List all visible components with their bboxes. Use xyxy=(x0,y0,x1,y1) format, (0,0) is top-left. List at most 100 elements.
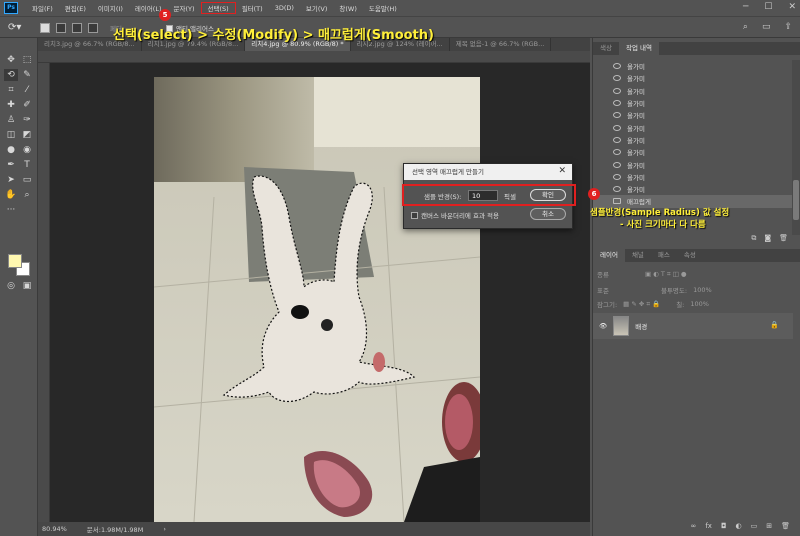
hand-tool-icon[interactable]: ✋ xyxy=(4,189,18,201)
link-layers-icon[interactable]: ∞ xyxy=(691,522,697,530)
healing-brush-icon[interactable]: ✚ xyxy=(4,99,18,111)
filter-kind-select[interactable]: 종류 xyxy=(597,269,609,279)
quick-mask-icon[interactable]: ◎ xyxy=(4,280,18,292)
stamp-tool-icon[interactable]: ♙ xyxy=(4,114,18,126)
add-selection-icon[interactable] xyxy=(56,23,66,33)
maximize-icon[interactable]: ☐ xyxy=(764,2,772,12)
ok-button[interactable]: 확인 xyxy=(530,189,566,201)
history-step[interactable]: 올가미 xyxy=(593,183,793,195)
subtract-selection-icon[interactable] xyxy=(72,23,82,33)
status-menu-icon[interactable]: › xyxy=(163,525,166,533)
layer-row-background[interactable]: 👁 배경 🔒 xyxy=(593,313,793,339)
fx-icon[interactable]: fx xyxy=(705,522,712,530)
minimize-icon[interactable]: ─ xyxy=(743,2,748,12)
zoom-tool-icon[interactable]: ⌕ xyxy=(20,189,34,201)
step-6-badge: 6 xyxy=(588,188,600,200)
more-tools-icon[interactable]: ··· xyxy=(4,204,18,216)
eyedropper-icon[interactable]: ⁄ xyxy=(20,84,34,96)
history-step[interactable]: 올가미 xyxy=(593,85,793,97)
tab-channels[interactable]: 채널 xyxy=(625,249,651,262)
canvas-area[interactable] xyxy=(50,63,590,522)
layers-footer: ∞ fx ◘ ◐ ▭ ⊞ 🗑 xyxy=(691,522,791,530)
tab-history[interactable]: 작업 내역 xyxy=(618,42,659,55)
history-step[interactable]: 올가미 xyxy=(593,134,793,146)
type-tool-icon[interactable]: T xyxy=(20,159,34,171)
search-icon[interactable]: ⌕ xyxy=(743,22,748,32)
doc-tab[interactable]: 제목 없음-1 @ 66.7% (RGB... xyxy=(450,38,552,51)
blend-mode-select[interactable]: 표준 xyxy=(597,285,609,295)
fill-label: 칠: xyxy=(676,301,685,309)
menu-window[interactable]: 창(W) xyxy=(333,3,362,13)
menu-select[interactable]: 선택(S) xyxy=(200,2,236,14)
history-step[interactable]: 올가미 xyxy=(593,109,793,121)
tab-layers[interactable]: 레이어 xyxy=(593,249,625,262)
new-layer-icon[interactable]: ⊞ xyxy=(766,522,772,530)
intersect-selection-icon[interactable] xyxy=(88,23,98,33)
canvas-bounds-label: 캔버스 바운더리에 효과 적용 xyxy=(421,212,499,220)
pen-tool-icon[interactable]: ✒ xyxy=(4,159,18,171)
brush-tool-icon[interactable]: ✐ xyxy=(20,99,34,111)
canvas-bounds-checkbox[interactable] xyxy=(411,211,418,219)
cancel-button[interactable]: 취소 xyxy=(530,208,566,220)
delete-layer-icon[interactable]: 🗑 xyxy=(781,522,790,530)
adjustment-layer-icon[interactable]: ◐ xyxy=(736,522,742,530)
dodge-tool-icon[interactable]: ◉ xyxy=(20,144,34,156)
menu-edit[interactable]: 편집(E) xyxy=(59,3,92,13)
lasso-icon xyxy=(613,161,621,168)
history-step[interactable]: 올가미 xyxy=(593,171,793,183)
lasso-tool-icon[interactable]: ⟲ xyxy=(4,69,18,81)
share-icon[interactable]: ⇪ xyxy=(784,22,792,32)
screen-mode-icon[interactable]: ▣ xyxy=(20,280,34,292)
history-step[interactable]: 올가미 xyxy=(593,158,793,170)
tab-properties[interactable]: 속성 xyxy=(677,249,703,262)
trash-icon[interactable]: 🗑 xyxy=(779,234,788,243)
history-step[interactable]: 올가미 xyxy=(593,60,793,72)
instruction-title: 선택(select) > 수정(Modify) > 매끄럽게(Smooth) xyxy=(113,28,434,43)
close-icon[interactable]: ✕ xyxy=(788,2,796,12)
lock-icons[interactable]: ▦ ✎ ✥ ⌗ 🔒 xyxy=(623,300,660,309)
menu-view[interactable]: 보기(V) xyxy=(300,3,333,13)
new-document-from-state-icon[interactable]: ⧉ xyxy=(751,234,756,243)
eraser-tool-icon[interactable]: ◫ xyxy=(4,129,18,141)
history-brush-icon[interactable]: ✑ xyxy=(20,114,34,126)
blur-tool-icon[interactable]: ● xyxy=(4,144,18,156)
layer-thumbnail xyxy=(613,316,630,336)
menu-3d[interactable]: 3D(D) xyxy=(269,4,300,12)
marquee-tool-icon[interactable]: ⬚ xyxy=(20,54,34,66)
foreground-color-swatch[interactable] xyxy=(8,254,22,268)
menu-type[interactable]: 문자(Y) xyxy=(168,3,201,13)
fill-value[interactable]: 100% xyxy=(690,300,709,308)
sample-radius-input[interactable] xyxy=(468,190,498,201)
canvas-bounds-option[interactable]: 캔버스 바운더리에 효과 적용 xyxy=(411,210,499,220)
quick-select-icon[interactable]: ✎ xyxy=(20,69,34,81)
history-step[interactable]: 올가미 xyxy=(593,121,793,133)
workspace-icon[interactable]: ▭ xyxy=(762,22,771,32)
dialog-close-icon[interactable]: ✕ xyxy=(558,166,566,176)
opacity-value[interactable]: 100% xyxy=(693,286,712,294)
menu-file[interactable]: 파일(F) xyxy=(26,3,59,13)
visibility-eye-icon[interactable]: 👁 xyxy=(599,322,607,330)
tab-paths[interactable]: 패스 xyxy=(651,249,677,262)
menu-help[interactable]: 도움말(H) xyxy=(363,3,403,13)
add-mask-icon[interactable]: ◘ xyxy=(721,522,727,530)
shape-tool-icon[interactable]: ▭ xyxy=(20,174,34,186)
path-select-icon[interactable]: ➤ xyxy=(4,174,18,186)
history-step[interactable]: 올가미 xyxy=(593,72,793,84)
crop-tool-icon[interactable]: ⌗ xyxy=(4,84,18,96)
layer-name: 배경 xyxy=(635,323,648,331)
snapshot-icon[interactable]: ◙ xyxy=(764,234,771,243)
zoom-level[interactable]: 80.94% xyxy=(42,525,67,533)
menu-image[interactable]: 이미지(I) xyxy=(92,3,129,13)
group-icon[interactable]: ▭ xyxy=(751,522,758,530)
new-selection-icon[interactable] xyxy=(40,23,50,33)
move-tool-icon[interactable]: ✥ xyxy=(4,54,18,66)
tab-color[interactable]: 색상 xyxy=(593,42,619,55)
menu-filter[interactable]: 필터(T) xyxy=(236,3,269,13)
history-step[interactable]: 올가미 xyxy=(593,146,793,158)
history-step-current[interactable]: 매끄럽게 xyxy=(593,195,793,208)
layer-lock-icon[interactable]: 🔒 xyxy=(770,321,779,329)
filter-icons[interactable]: ▣ ◐ T ⌗ ◫ ● xyxy=(645,270,687,279)
lasso-preset-icon[interactable]: ⟳▾ xyxy=(8,22,21,33)
gradient-tool-icon[interactable]: ◩ xyxy=(20,129,34,141)
history-step[interactable]: 올가미 xyxy=(593,97,793,109)
